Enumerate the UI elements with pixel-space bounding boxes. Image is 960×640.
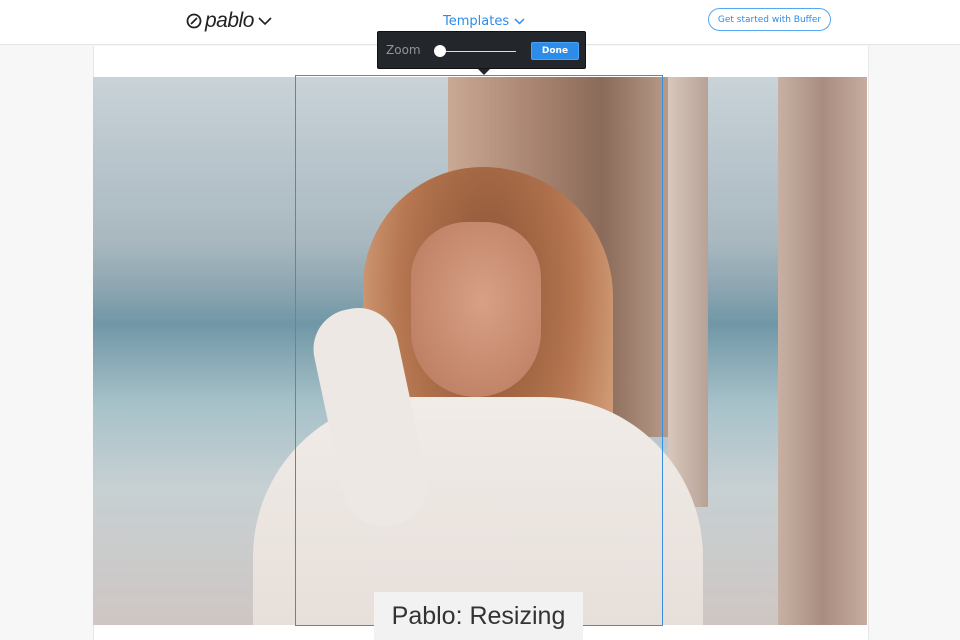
crop-frame[interactable] — [295, 75, 663, 626]
photo-detail — [778, 77, 867, 625]
logo-text: pablo — [205, 9, 254, 32]
done-button[interactable]: Done — [531, 42, 579, 60]
pablo-logo-icon — [186, 13, 202, 29]
zoom-slider[interactable] — [436, 51, 516, 52]
photo-detail — [668, 77, 708, 507]
get-started-button[interactable]: Get started with Buffer — [708, 8, 831, 31]
zoom-label: Zoom — [386, 43, 421, 57]
templates-menu[interactable]: Templates — [443, 14, 525, 29]
templates-label: Templates — [443, 14, 510, 29]
zoom-popover: Zoom Done — [377, 31, 586, 75]
zoom-slider-handle[interactable] — [434, 45, 446, 57]
chevron-down-icon — [514, 18, 525, 25]
pablo-logo[interactable]: pablo — [186, 9, 273, 33]
chevron-down-icon — [258, 17, 272, 26]
caption-label: Pablo: Resizing — [374, 592, 583, 640]
